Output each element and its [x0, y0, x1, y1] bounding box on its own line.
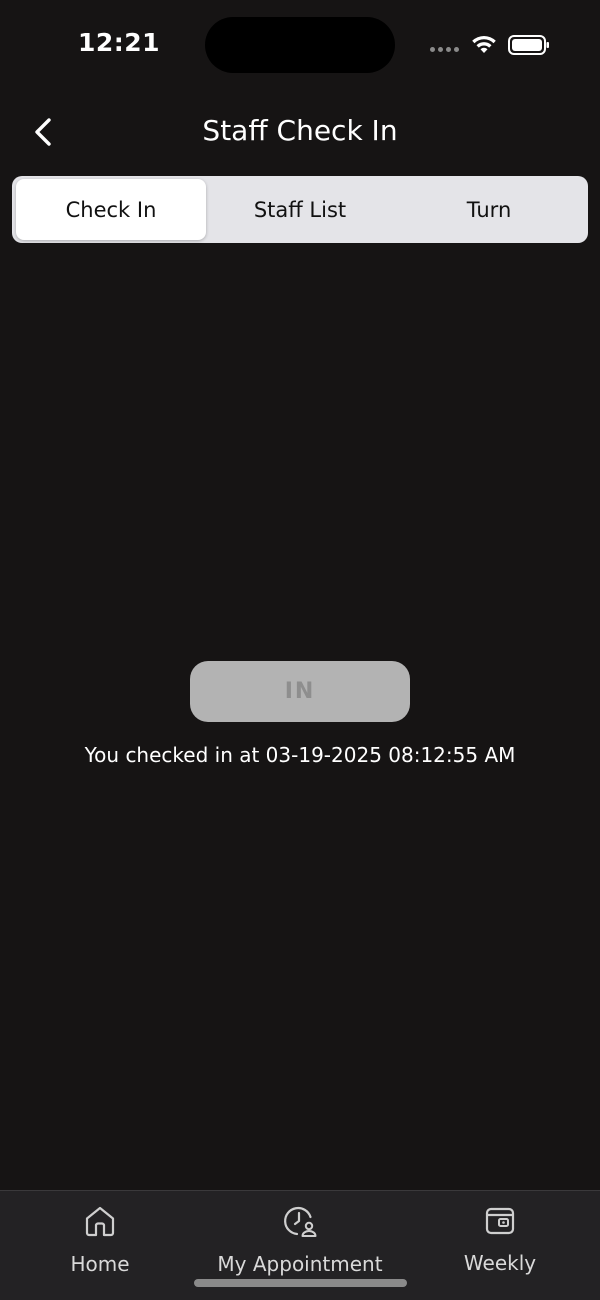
header: Staff Check In	[0, 100, 600, 166]
tab-staff-list[interactable]: Staff List	[205, 179, 395, 240]
check-in-button[interactable]: IN	[190, 661, 410, 722]
tab-bar-home-label: Home	[70, 1252, 130, 1276]
home-indicator	[194, 1279, 407, 1287]
segmented-control: Check In Staff List Turn	[12, 176, 588, 243]
page-title: Staff Check In	[202, 114, 398, 147]
screen: 12:21 Staff Check In Check In Staff List…	[0, 0, 600, 1300]
wallet-icon	[485, 1207, 515, 1235]
wifi-icon	[472, 35, 496, 53]
home-icon	[85, 1206, 115, 1237]
status-time: 12:21	[78, 28, 161, 57]
tab-bar-weekly[interactable]: Weekly	[400, 1191, 600, 1300]
tab-bar-weekly-label: Weekly	[463, 1251, 537, 1275]
battery-icon	[508, 35, 549, 55]
cellular-signal-icon	[430, 47, 462, 53]
status-bar: 12:21	[0, 0, 600, 90]
tab-turn[interactable]: Turn	[394, 179, 584, 240]
clock-user-icon	[284, 1207, 317, 1237]
tab-bar-my-appointment-label: My Appointment	[217, 1252, 383, 1276]
tab-check-in[interactable]: Check In	[16, 179, 206, 240]
dynamic-island	[205, 17, 395, 73]
tab-bar-home[interactable]: Home	[0, 1191, 200, 1300]
checked-in-message: You checked in at 03-19-2025 08:12:55 AM	[84, 743, 516, 767]
